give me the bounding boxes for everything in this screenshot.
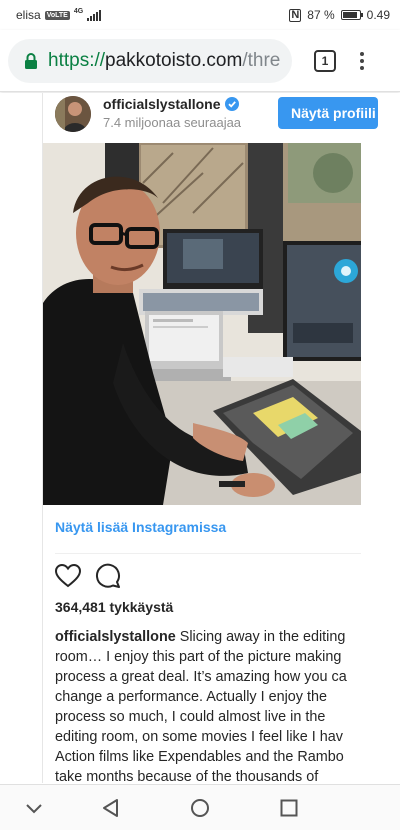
- nfc-icon: N: [289, 8, 302, 22]
- url-scheme: https://: [48, 49, 106, 71]
- back-triangle-icon[interactable]: [100, 797, 122, 819]
- url-path: /threads: [242, 49, 280, 71]
- network-type: 4G: [73, 7, 84, 15]
- caption-text: Slicing away in the editing: [175, 629, 346, 645]
- lock-icon: [25, 52, 37, 69]
- comment-icon[interactable]: [95, 563, 121, 589]
- heart-icon[interactable]: [55, 563, 81, 589]
- web-page: officialslystallone 7.4 miljoonaa seuraa…: [0, 93, 400, 783]
- signal-icon: [87, 9, 102, 21]
- like-count: 364,481 tykkäystä: [55, 599, 174, 615]
- caption-username[interactable]: officialslystallone: [55, 629, 176, 645]
- status-bar: elisa VoLTE 4G N 87 % 0.49: [0, 0, 400, 30]
- caption-line: room… I enjoy this part of the picture m…: [55, 649, 342, 665]
- navigation-bar: [0, 784, 400, 830]
- caption-line: officialslystallone Slicing away in the …: [55, 627, 361, 647]
- post-caption: officialslystallone Slicing away in the …: [55, 627, 361, 783]
- battery-percent: 87 %: [307, 8, 335, 22]
- follower-count: 7.4 miljoonaa seuraajaa: [103, 115, 242, 130]
- verified-badge-icon: [225, 97, 240, 111]
- chevron-down-icon[interactable]: [23, 797, 45, 819]
- post-actions: [55, 563, 121, 589]
- tab-switcher-button[interactable]: 1: [314, 49, 336, 72]
- volte-badge: VoLTE: [44, 10, 70, 20]
- caption-line: change a performance. Actually I enjoy t…: [55, 689, 327, 705]
- home-circle-icon[interactable]: [189, 797, 211, 819]
- overflow-menu-icon[interactable]: [356, 51, 368, 70]
- clock: 0.49: [366, 8, 390, 22]
- post-photo[interactable]: [43, 143, 361, 505]
- caption-line: process so much, I could almost live in …: [55, 709, 326, 725]
- address-bar[interactable]: https://pakkotoisto.com/threads: [8, 38, 292, 83]
- view-profile-button[interactable]: Näytä profiili: [278, 97, 378, 129]
- view-more-on-instagram-link[interactable]: Näytä lisää Instagramissa: [55, 519, 226, 535]
- url-text: https://pakkotoisto.com/threads: [48, 50, 280, 72]
- instagram-username[interactable]: officialslystallone: [103, 96, 220, 112]
- instagram-header: officialslystallone 7.4 miljoonaa seuraa…: [43, 93, 378, 141]
- caption-line: take months because of the thousands of: [55, 769, 319, 783]
- browser-toolbar: https://pakkotoisto.com/threads 1: [0, 30, 400, 92]
- carrier-name: elisa: [16, 8, 41, 22]
- url-host: pakkotoisto.com: [105, 49, 243, 71]
- recents-square-icon[interactable]: [278, 797, 300, 819]
- instagram-embed: officialslystallone 7.4 miljoonaa seuraa…: [42, 93, 378, 783]
- caption-line: Action films like Expendables and the Ra…: [55, 749, 344, 765]
- caption-line: editing room, on some movies I feel like…: [55, 729, 343, 745]
- caption-line: process a great deal. It’s amazing how y…: [55, 669, 347, 685]
- battery-icon: [340, 10, 363, 20]
- divider: [55, 553, 361, 554]
- avatar[interactable]: [55, 96, 91, 132]
